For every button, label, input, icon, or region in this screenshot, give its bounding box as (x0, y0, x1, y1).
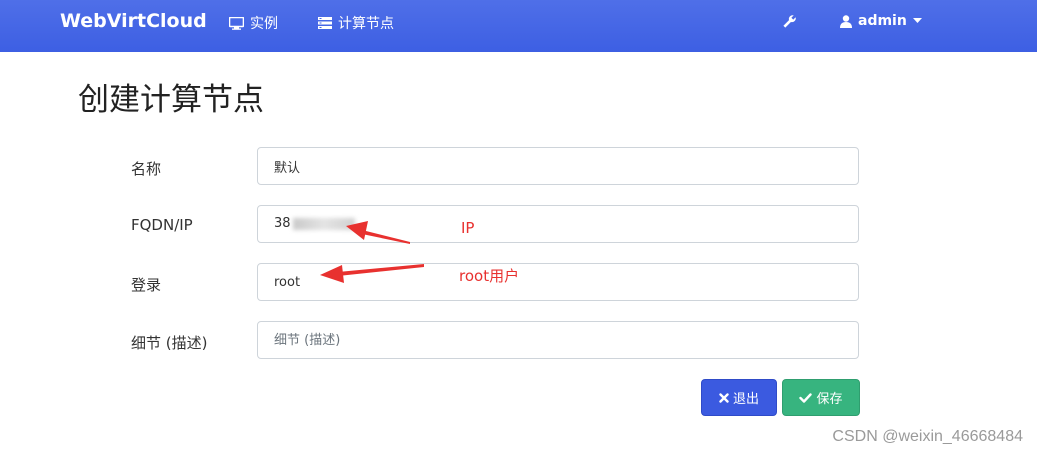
page-title: 创建计算节点 (78, 82, 264, 118)
details-label: 细节 (描述) (131, 334, 208, 352)
user-menu-label: admin (858, 13, 907, 29)
caret-down-icon (912, 18, 922, 23)
cancel-button-label: 退出 (732, 392, 759, 407)
annotation-ip: IP (461, 219, 475, 237)
name-field[interactable] (257, 147, 859, 185)
wrench-icon (783, 15, 796, 28)
fqdn-value: 38 (274, 216, 291, 231)
login-label: 登录 (131, 276, 162, 294)
details-field[interactable] (257, 321, 859, 359)
nav-compute[interactable]: 计算节点 (318, 13, 394, 33)
annotation-root: root用户 (459, 267, 520, 285)
name-label: 名称 (131, 160, 162, 178)
monitor-icon (229, 16, 244, 30)
redacted-blur (292, 217, 355, 230)
user-icon (840, 14, 852, 28)
settings-button[interactable] (782, 14, 797, 29)
fqdn-field[interactable]: 38 (257, 205, 859, 243)
close-icon (719, 392, 729, 403)
cancel-button[interactable]: 退出 (701, 379, 777, 416)
nav-instances[interactable]: 实例 (229, 13, 278, 33)
login-field[interactable] (257, 263, 859, 301)
server-list-icon (318, 17, 332, 29)
watermark: CSDN @weixin_46668484 (832, 428, 1023, 445)
fqdn-label: FQDN/IP (131, 216, 193, 234)
user-menu[interactable]: admin (840, 13, 922, 29)
brand-logo[interactable]: WebVirtCloud (60, 10, 207, 32)
nav-compute-label: 计算节点 (338, 16, 394, 32)
top-navbar: WebVirtCloud 实例 计算节点 admin (0, 0, 1037, 52)
save-button[interactable]: 保存 (782, 379, 860, 416)
nav-instances-label: 实例 (250, 16, 278, 32)
save-button-label: 保存 (816, 392, 843, 407)
check-icon (799, 392, 813, 403)
